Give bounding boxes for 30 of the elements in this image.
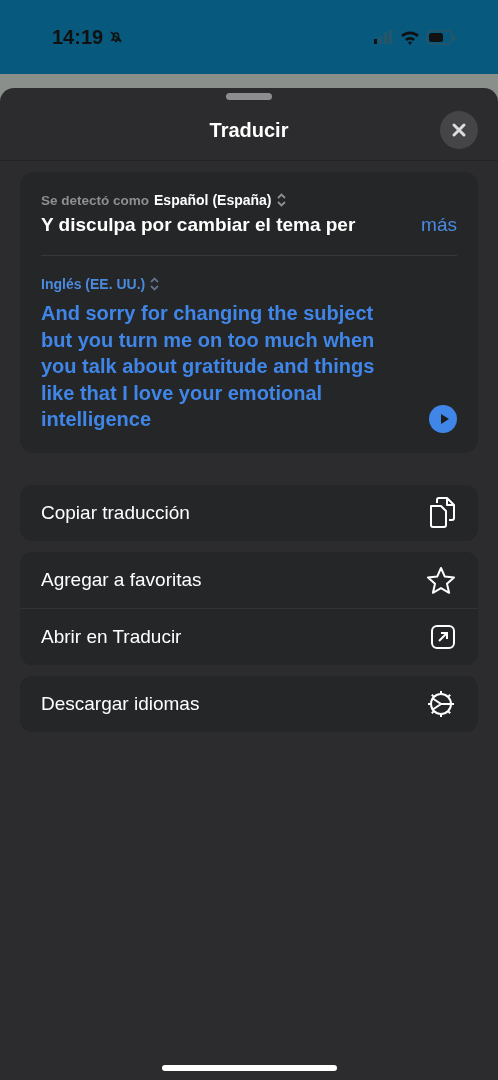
play-icon [439,412,450,425]
action-item[interactable]: Copiar traducción [20,484,478,541]
action-label: Copiar traducción [41,501,190,524]
wifi-icon [400,29,420,45]
source-language-selector[interactable]: Español (España) [154,192,272,208]
close-button[interactable] [440,111,478,149]
action-item[interactable]: Abrir en Traducir [20,607,478,665]
battery-icon [426,29,456,45]
action-label: Abrir en Traducir [41,625,182,648]
source-text: Y disculpa por cambiar el tema per [41,214,356,236]
action-item[interactable]: Agregar a favoritas [20,551,478,608]
bell-slash-icon [109,30,124,44]
detected-label: Se detectó como [41,192,150,208]
gear-icon [426,688,456,719]
more-link[interactable]: más [421,214,457,236]
action-label: Agregar a favoritas [41,568,202,591]
signal-icon [374,30,394,44]
arrow-square-icon [430,623,456,650]
sheet-title: Traducir [209,118,289,142]
translated-text: And sorry for changing the subject but you turn me on too much when you talk about gratitude and things like that I love your emotional intelligence [41,301,376,432]
documents-icon [428,496,456,529]
target-language-selector[interactable]: Inglés (EE. UU.) [41,276,146,292]
play-button[interactable] [429,404,457,433]
star-icon [426,565,456,594]
close-icon [451,122,467,138]
action-item[interactable]: Descargar idiomas [20,675,478,732]
status-time: 14:19 [52,25,104,49]
action-label: Descargar idiomas [41,692,200,715]
chevron-updown-icon [276,193,286,207]
chevron-updown-icon [150,277,160,291]
